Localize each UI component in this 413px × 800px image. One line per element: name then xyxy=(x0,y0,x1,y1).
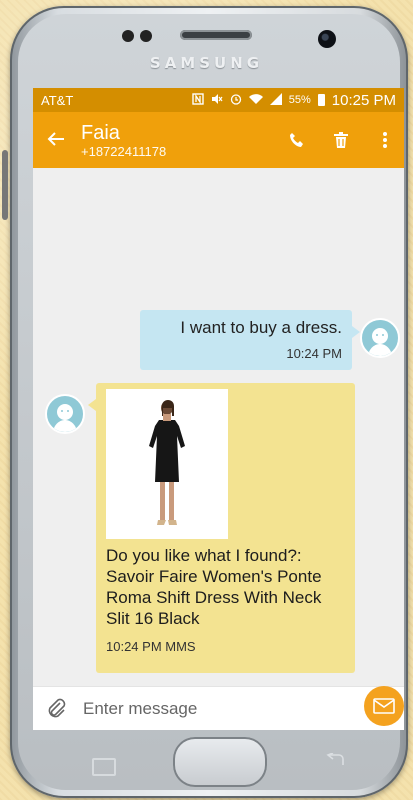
dress-image[interactable] xyxy=(106,389,228,539)
mute-icon xyxy=(211,93,223,108)
back-arrow-icon[interactable] xyxy=(47,126,81,154)
delete-icon[interactable] xyxy=(332,131,350,149)
recent-apps-button[interactable] xyxy=(92,758,116,776)
status-time: 10:25 PM xyxy=(331,91,396,109)
carrier-label: AT&T xyxy=(41,92,74,108)
phone-call-icon[interactable] xyxy=(288,131,306,149)
nfc-icon xyxy=(192,92,204,108)
front-camera xyxy=(318,30,336,48)
app-bar: Faia +18722411178 xyxy=(33,112,404,168)
contact-header: Faia +18722411178 xyxy=(81,122,288,159)
battery-percent: 55% xyxy=(288,94,311,106)
signal-icon xyxy=(269,92,282,108)
message-list: I want to buy a dress. 10:24 PM Do you l… xyxy=(33,168,404,686)
more-options-icon[interactable] xyxy=(376,131,394,149)
contact-avatar xyxy=(45,394,85,434)
wifi-icon xyxy=(248,93,263,108)
contact-name: Faia xyxy=(81,121,120,144)
earpiece-speaker xyxy=(180,30,252,40)
back-button[interactable] xyxy=(325,752,345,775)
my-avatar xyxy=(360,318,400,358)
battery-icon xyxy=(317,94,325,106)
side-button xyxy=(2,150,8,220)
outgoing-message[interactable]: I want to buy a dress. 10:24 PM xyxy=(140,310,360,370)
alarm-icon xyxy=(230,93,242,108)
message-text: I want to buy a dress. xyxy=(180,318,342,337)
contact-number: +18722411178 xyxy=(81,143,167,159)
message-time: 10:24 PM xyxy=(286,346,342,361)
status-bar: AT&T 55% 10:25 PM xyxy=(33,88,404,112)
phone-screen: AT&T 55% 10:25 PM Faia +18722411178 I wa… xyxy=(33,88,404,730)
message-input[interactable] xyxy=(81,697,392,720)
message-text: Do you like what I found?: Savoir Faire … xyxy=(106,546,322,628)
send-mms-button[interactable] xyxy=(364,686,404,726)
message-time: 10:24 PM MMS xyxy=(106,639,196,654)
brand-label: SAMSUNG xyxy=(149,54,264,72)
sensor-dots xyxy=(122,30,152,42)
attachment-clip-icon[interactable] xyxy=(45,698,67,720)
message-composer xyxy=(33,686,404,730)
home-button[interactable] xyxy=(173,737,267,787)
incoming-message[interactable]: Do you like what I found?: Savoir Faire … xyxy=(88,383,355,673)
